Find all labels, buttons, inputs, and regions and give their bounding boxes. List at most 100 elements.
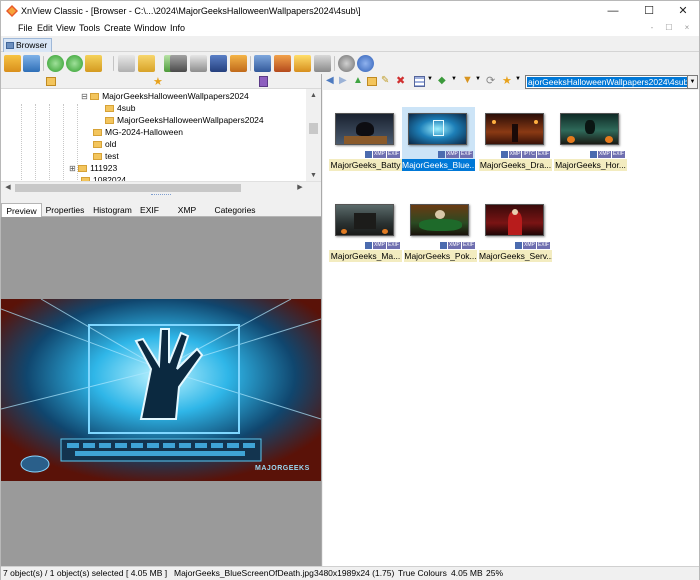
refresh-icon[interactable] — [47, 55, 64, 72]
convert-icon[interactable] — [274, 55, 291, 72]
scroll-left-icon[interactable]: ◀ — [2, 182, 14, 194]
close-button[interactable]: ✕ — [666, 1, 700, 22]
exif-badge: EXIF — [386, 151, 400, 158]
compare-icon[interactable] — [314, 55, 331, 72]
browser-icon[interactable] — [4, 55, 21, 72]
categories-icon[interactable] — [259, 76, 268, 87]
help-icon[interactable] — [357, 55, 374, 72]
tree-item[interactable]: 1082024 — [81, 174, 126, 181]
menu-edit[interactable]: Edit — [37, 23, 53, 33]
menu-create[interactable]: Create — [104, 23, 131, 33]
file-type-icon — [438, 151, 446, 158]
up-folder-icon[interactable]: ▲ — [353, 75, 363, 86]
minimize-button[interactable]: — — [596, 1, 630, 22]
status-dimensions: 3480x1989x24 (1.75) — [314, 568, 395, 578]
scroll-up-icon[interactable]: ▲ — [306, 89, 321, 101]
open-folder-icon[interactable] — [138, 55, 155, 72]
tree-horizontal-scrollbar[interactable]: ◀ ▶ — [1, 181, 321, 194]
menu-tools[interactable]: Tools — [79, 23, 100, 33]
tree-item[interactable]: test — [93, 150, 119, 162]
tab-preview[interactable]: Preview — [1, 203, 42, 217]
collapse-icon[interactable]: ⊟ — [81, 92, 88, 101]
new-folder-icon[interactable] — [367, 77, 377, 86]
menu-info[interactable]: Info — [170, 23, 185, 33]
capture-icon[interactable] — [254, 55, 271, 72]
favorites-star-icon[interactable]: ★ — [153, 75, 163, 88]
sort-dropdown-icon[interactable]: ▼ — [451, 76, 457, 82]
filter-dropdown-icon[interactable]: ▼ — [475, 76, 481, 82]
tree-item[interactable]: MG-2024-Halloween — [93, 126, 183, 138]
sync-icon[interactable] — [66, 55, 83, 72]
iptc-badge: IPTC — [522, 151, 536, 158]
tree-item-label: old — [105, 139, 117, 149]
binoculars-icon[interactable] — [170, 55, 187, 72]
sort-icon[interactable]: ◆ — [438, 75, 446, 86]
gear-icon[interactable] — [338, 55, 355, 72]
folder-tree-icon[interactable] — [46, 77, 56, 86]
tab-exif[interactable]: EXIF — [137, 203, 162, 217]
favorites-star-icon[interactable]: ★ — [502, 74, 512, 87]
refresh-icon[interactable]: ⟳ — [486, 74, 495, 87]
view-mode-icon[interactable] — [414, 76, 425, 87]
favorites-folder-icon[interactable] — [85, 55, 102, 72]
menu-view[interactable]: View — [56, 23, 75, 33]
tree-vertical-scrollbar[interactable]: ▲ ▼ — [306, 89, 321, 181]
address-input[interactable]: ajorGeeksHalloweenWallpapers2024\4sub\ — [525, 75, 688, 89]
address-dropdown-icon[interactable]: ▼ — [688, 75, 698, 89]
scroll-down-icon[interactable]: ▼ — [306, 169, 321, 181]
tab-xmp[interactable]: XMP — [173, 203, 201, 217]
folder-icon — [93, 153, 102, 160]
status-filesize: 4.05 MB — [451, 568, 483, 578]
tree-item-label: 111923 — [90, 163, 118, 173]
back-arrow-icon[interactable]: ◀ — [326, 75, 334, 86]
lock-icon[interactable] — [118, 55, 135, 72]
child-close-button[interactable]: × — [681, 23, 693, 35]
thumbnail-label: MajorGeeks_Dra... — [479, 159, 552, 171]
tab-histogram[interactable]: Histogram — [88, 203, 137, 217]
tree-item[interactable]: ⊟ MajorGeeksHalloweenWallpapers2024 — [81, 90, 249, 102]
expand-icon[interactable]: ⊞ — [69, 164, 76, 173]
favorites-dropdown-icon[interactable]: ▼ — [515, 76, 521, 82]
left-pane: ★ ⊟ MajorGeeksHalloweenWallpapers2024 4s… — [1, 74, 322, 566]
thumbnail-image — [485, 204, 544, 236]
delete-icon[interactable]: ✖ — [396, 74, 405, 87]
scroll-right-icon[interactable]: ▶ — [294, 182, 306, 194]
thumbnail-image — [408, 113, 467, 145]
left-pane-header: ★ — [1, 74, 321, 89]
view-dropdown-icon[interactable]: ▼ — [427, 76, 433, 82]
splitter-grip[interactable] — [151, 194, 171, 197]
tab-browser[interactable]: Browser — [3, 38, 53, 52]
toolbar-separator — [43, 56, 44, 71]
tree-item[interactable]: MajorGeeksHalloweenWallpapers2024 — [105, 114, 264, 126]
tree-item[interactable]: ⊞ 111923 — [69, 162, 117, 174]
xmp-badge: XMP — [373, 151, 386, 158]
window-title: XnView Classic - [Browser - C:\...\2024\… — [21, 6, 361, 16]
forward-arrow-icon[interactable]: ▶ — [339, 75, 347, 86]
document-tab-bar: Browser — [1, 37, 699, 52]
metadata-badges: XMP EXIF — [440, 242, 475, 249]
tab-properties[interactable]: Properties — [42, 203, 88, 217]
child-minimize-button[interactable]: - — [646, 23, 658, 35]
menu-window[interactable]: Window — [134, 23, 166, 33]
fullscreen-icon[interactable] — [23, 55, 40, 72]
scanner-icon[interactable] — [210, 55, 227, 72]
rename-icon[interactable]: ✎ — [381, 75, 389, 86]
tab-categories[interactable]: Categories — [211, 203, 259, 217]
tree-item-4sub[interactable]: 4sub — [105, 102, 135, 114]
print-icon[interactable] — [190, 55, 207, 72]
slideshow-icon[interactable] — [230, 55, 247, 72]
thumbnail-label: MajorGeeks_Hor... — [554, 159, 627, 171]
maximize-button[interactable]: ☐ — [632, 1, 666, 22]
pane-splitter[interactable] — [1, 194, 321, 203]
menu-file[interactable]: File — [18, 23, 33, 33]
webpage-icon[interactable] — [294, 55, 311, 72]
tree-guide — [35, 104, 36, 181]
child-restore-button[interactable]: ☐ — [663, 23, 675, 35]
scroll-thumb[interactable] — [309, 123, 318, 134]
tree-item[interactable]: old — [93, 138, 116, 150]
thumbnail-image — [335, 113, 394, 145]
metadata-badges: XMP EXIF — [365, 151, 400, 158]
exif-badge: EXIF — [536, 151, 550, 158]
scroll-thumb[interactable] — [15, 184, 241, 192]
filter-icon[interactable]: ▼ — [462, 74, 473, 86]
